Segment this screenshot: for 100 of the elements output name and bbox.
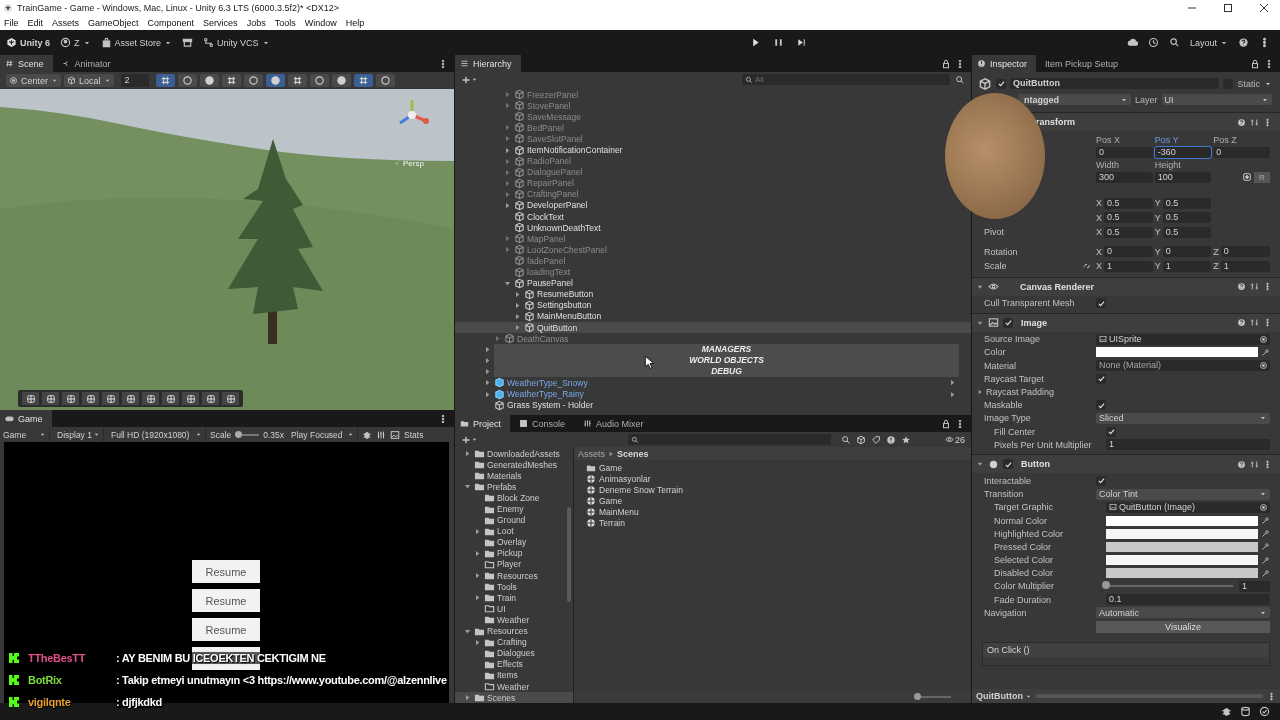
number-field[interactable]: 100 [1154,172,1212,184]
folder-item[interactable]: Weather [455,614,573,626]
cloud-icon[interactable] [1126,37,1138,48]
folder-item[interactable]: Effects [455,658,573,670]
space-dropdown[interactable]: Local [64,74,114,87]
number-field[interactable]: 1 [1106,439,1270,451]
folder-item[interactable]: UI [455,603,573,615]
folder-item[interactable]: Overlay [455,536,573,548]
folder-item[interactable]: Block Zone [455,492,573,504]
component-header[interactable]: Canvas Renderer [972,276,1280,296]
tag-dropdown[interactable]: ntagged [1018,94,1131,105]
hierarchy-item[interactable]: WeatherType_Rainy [455,388,971,400]
panel-tab[interactable]: Console [514,415,575,432]
asset-item[interactable]: Game [586,462,971,474]
menu-item[interactable]: Assets [52,17,80,28]
dropdown[interactable]: Sliced [1096,412,1270,424]
enabled-checkbox[interactable] [1003,317,1013,328]
eyedropper-icon[interactable] [1261,529,1270,539]
maximize-icon[interactable] [1223,2,1233,13]
number-field[interactable]: 1 [1220,260,1270,272]
number-field[interactable]: 0.5 [1104,212,1153,224]
panel-tab[interactable]: Game [0,410,52,427]
panel-tab[interactable]: Inspector [972,55,1037,72]
slider-thumb[interactable] [1102,581,1110,590]
scale-slider-thumb[interactable] [234,430,242,438]
menu-item[interactable]: Component [147,17,195,28]
hidden-packages-count[interactable]: 26 [945,434,965,445]
checkbox[interactable] [1106,426,1116,437]
lock-icon[interactable] [941,58,951,69]
expand-arrow-icon[interactable] [503,201,512,210]
panel-tab[interactable]: Item Pickup Setup [1040,55,1128,72]
scrollbar[interactable] [567,507,571,602]
lock-icon[interactable] [941,418,951,429]
folder-item[interactable]: Enemy [455,503,573,515]
number-field[interactable]: 0.5 [1104,197,1153,209]
panel-tab[interactable]: Scene [0,55,53,72]
number-field[interactable]: 0 [1104,246,1153,258]
presets-icon[interactable] [1250,282,1259,291]
color-swatch[interactable] [1106,555,1258,566]
breadcrumb-link[interactable]: Scenes [617,448,649,459]
scene-viewport[interactable]: Persp [0,89,454,410]
checkbox[interactable] [1096,475,1106,486]
object-picker-icon[interactable] [1259,502,1268,512]
eyedropper-icon[interactable] [1261,516,1270,526]
number-field[interactable]: 0.5 [1162,226,1212,238]
projection-label[interactable]: Persp [394,159,424,168]
color-swatch[interactable] [1106,528,1258,539]
component-header[interactable]: Image [972,312,1280,332]
preview-dropdown[interactable]: QuitButton [976,691,1032,701]
presets-icon[interactable] [1250,318,1259,328]
hierarchy-separator[interactable]: MANAGERS [494,344,959,356]
help-icon[interactable] [1237,117,1246,127]
color-swatch[interactable] [1106,515,1258,526]
folder-item[interactable]: Crafting [455,636,573,648]
menu-button[interactable]: Resume [192,589,260,612]
expand-arrow-icon[interactable] [473,526,482,536]
expand-arrow-icon[interactable] [463,449,472,459]
grid-size-field[interactable]: 2 [120,74,149,87]
type-filter-icon[interactable] [856,434,866,445]
version-control-dropdown[interactable]: Unity VCS [203,37,270,48]
expand-arrow-icon[interactable] [513,300,522,310]
number-field[interactable]: 0.5 [1104,226,1153,238]
hierarchy-item[interactable]: ClockText [455,211,578,223]
hierarchy-item[interactable]: MainMenuButton [455,310,616,322]
expand-arrow-icon[interactable] [473,548,482,558]
history-icon[interactable] [1147,37,1159,48]
step-icon[interactable] [795,37,807,48]
number-field[interactable]: 0.5 [1162,197,1212,209]
expand-arrow-icon[interactable] [473,593,482,603]
menu-icon[interactable] [1267,691,1276,701]
menu-icon[interactable] [1263,117,1272,127]
panel-tab[interactable]: Project [455,415,510,432]
name-field[interactable]: QuitButton [1010,78,1220,89]
hierarchy-item[interactable]: ResumeButton [455,288,608,300]
folder-item[interactable]: Resources [455,625,573,637]
hierarchy-separator[interactable]: WORLD OBJECTS [494,355,959,367]
eyedropper-icon[interactable] [1261,347,1270,357]
object-field[interactable]: QuitButton (Image) [1106,501,1270,513]
account-dropdown[interactable]: Z [60,37,91,48]
object-field[interactable]: None (Material) [1096,360,1270,372]
expand-arrow-icon[interactable] [463,693,472,703]
eyedropper-icon[interactable] [1261,542,1270,552]
expand-arrow-icon[interactable] [473,571,482,581]
label-icon[interactable] [871,434,881,445]
asset-item[interactable]: MainMenu [586,506,971,518]
menu-item[interactable]: Services [203,17,238,28]
hierarchy-item[interactable]: DeveloperPanel [455,199,602,212]
asset-item[interactable]: Game [586,495,971,507]
lock-icon[interactable] [1250,58,1260,69]
folder-item[interactable]: Train [455,592,573,604]
layout-dropdown[interactable]: Layout [1189,37,1228,48]
menu-item[interactable]: File [4,17,19,28]
number-field[interactable]: 0 [1162,246,1212,258]
help-icon[interactable] [1238,37,1249,48]
expand-arrow-icon[interactable] [483,389,492,399]
panel-tab[interactable]: Audio Mixer [578,415,653,432]
hierarchy-item[interactable]: PausePanel [455,277,587,289]
folder-item[interactable]: Tools [455,581,573,593]
folder-item[interactable]: Items [455,669,573,681]
expand-arrow-icon[interactable] [513,289,522,299]
